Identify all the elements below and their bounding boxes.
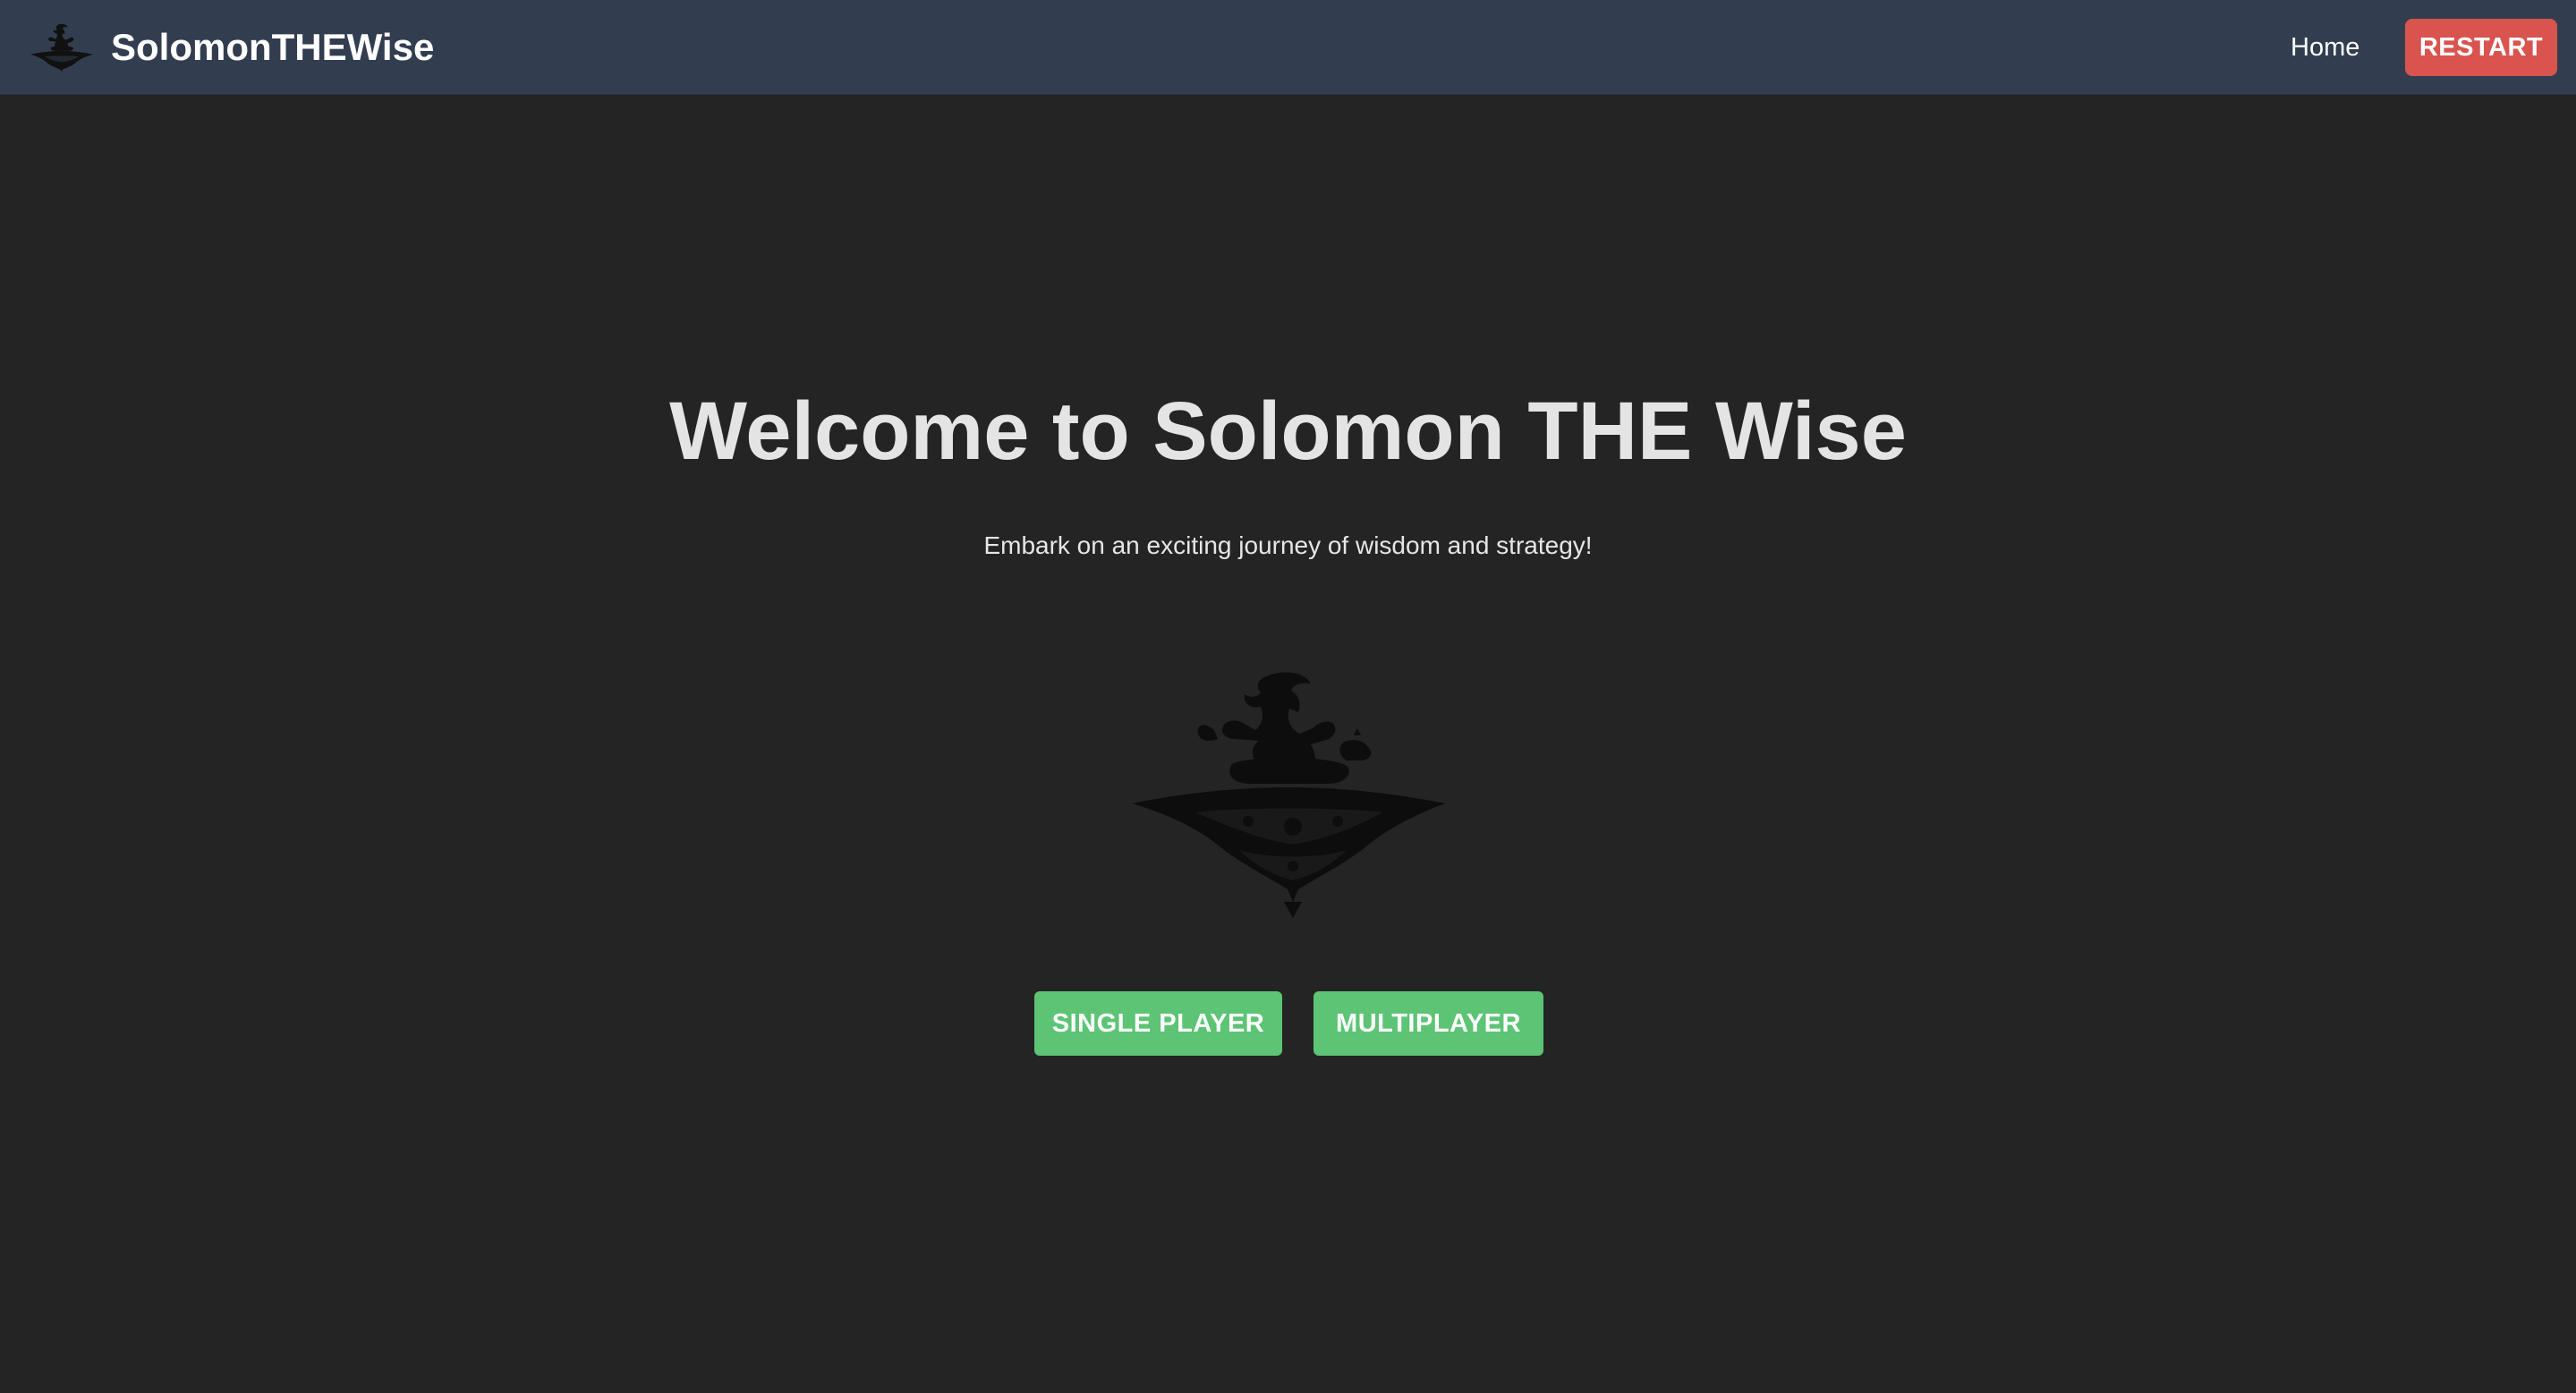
multiplayer-button[interactable]: MULTIPLAYER (1314, 991, 1543, 1056)
welcome-section: Welcome to Solomon THE Wise Embark on an… (0, 95, 2576, 1393)
top-navbar: SolomonTHEWise Home RESTART (0, 0, 2576, 95)
single-player-button[interactable]: SINGLE PLAYER (1034, 991, 1282, 1056)
nav-home-link[interactable]: Home (2291, 23, 2359, 72)
genie-on-flying-carpet-icon (1132, 672, 1445, 918)
page-subtitle: Embark on an exciting journey of wisdom … (983, 531, 1593, 559)
page-title: Welcome to Solomon THE Wise (669, 386, 1907, 477)
brand-name: SolomonTHEWise (111, 26, 435, 68)
brand-home-link[interactable]: SolomonTHEWise (30, 18, 434, 77)
genie-on-flying-carpet-icon (30, 23, 93, 72)
restart-button[interactable]: RESTART (2405, 19, 2557, 76)
